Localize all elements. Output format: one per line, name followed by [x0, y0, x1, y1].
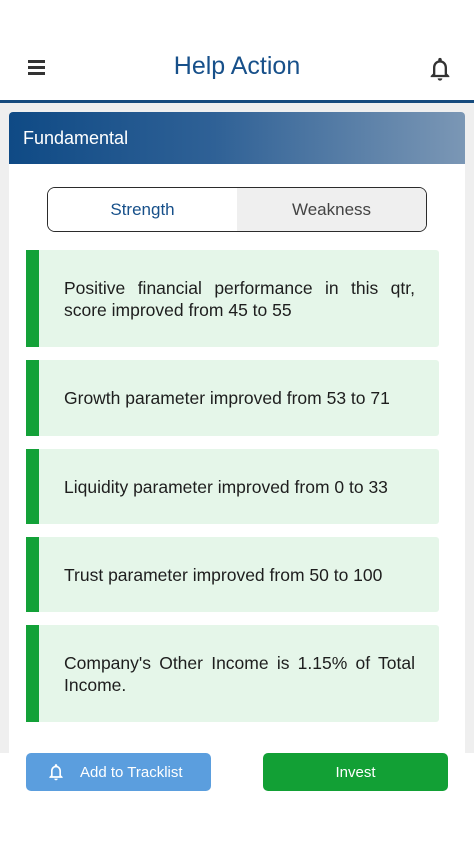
add-to-tracklist-label: Add to Tracklist	[80, 763, 183, 781]
item-text: Positive financial performance in this q…	[64, 277, 415, 320]
item-accent-bar	[26, 449, 39, 524]
main-content: Fundamental Strength Weakness Positive f…	[0, 103, 474, 753]
footer-actions: Add to Tracklist Invest	[0, 753, 474, 843]
item-text: Company's Other Income is 1.15% of Total…	[64, 652, 415, 695]
add-to-tracklist-button[interactable]: Add to Tracklist	[26, 753, 211, 791]
fundamental-card: Fundamental Strength Weakness Positive f…	[9, 112, 465, 753]
section-title: Fundamental	[9, 112, 465, 164]
page-title: Help Action	[173, 52, 301, 80]
tab-weakness[interactable]: Weakness	[237, 188, 426, 231]
item-text: Liquidity parameter improved from 0 to 3…	[64, 476, 388, 497]
item-accent-bar	[26, 537, 39, 612]
app-header: Help Action	[0, 0, 474, 103]
list-item: Liquidity parameter improved from 0 to 3…	[26, 449, 439, 524]
list-item: Company's Other Income is 1.15% of Total…	[26, 625, 439, 722]
bell-icon	[46, 761, 66, 783]
bell-icon[interactable]	[426, 55, 454, 83]
item-accent-bar	[26, 250, 39, 347]
item-accent-bar	[26, 625, 39, 722]
item-text: Trust parameter improved from 50 to 100	[64, 564, 383, 585]
strength-weakness-toggle: Strength Weakness	[47, 187, 427, 232]
item-accent-bar	[26, 360, 39, 436]
list-item: Positive financial performance in this q…	[26, 250, 439, 347]
list-item: Trust parameter improved from 50 to 100	[26, 537, 439, 612]
item-text: Growth parameter improved from 53 to 71	[64, 388, 390, 408]
invest-button[interactable]: Invest	[263, 753, 448, 791]
list-item: Growth parameter improved from 53 to 71	[26, 360, 439, 436]
tab-strength[interactable]: Strength	[48, 188, 237, 231]
